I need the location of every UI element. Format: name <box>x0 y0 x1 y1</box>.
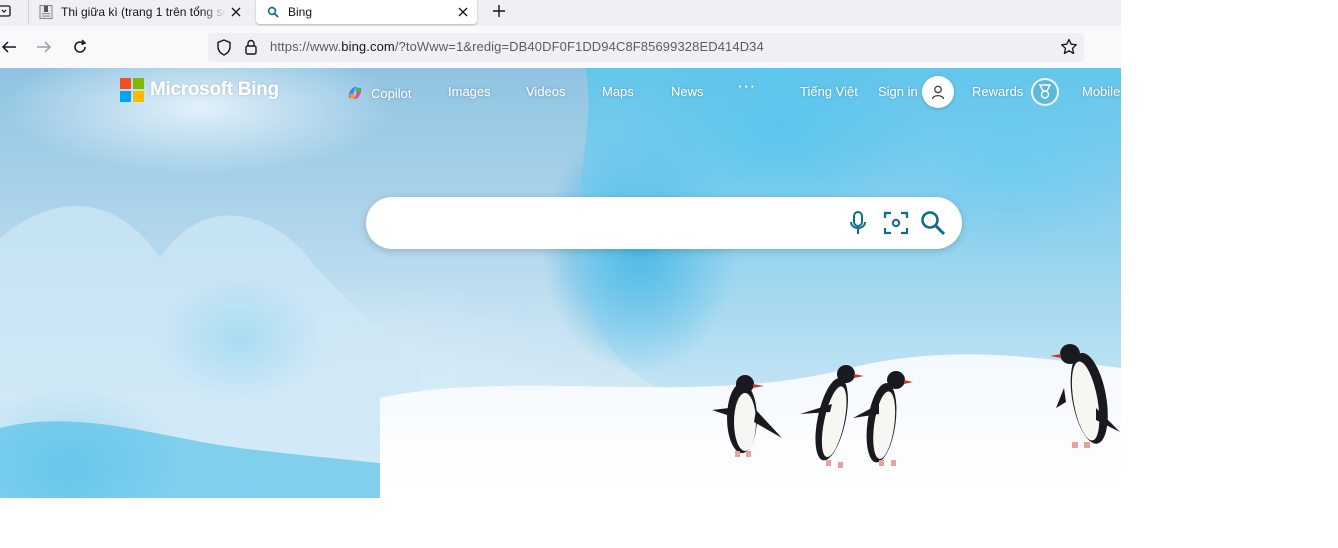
browser-window: Thi giữa kì (trang 1 trên tổng số 1) Bin… <box>0 0 1121 498</box>
nav-more-button[interactable]: ··· <box>738 79 757 94</box>
rewards-link[interactable]: Rewards <box>972 84 1023 99</box>
tab-title: Thi giữa kì (trang 1 trên tổng số 1) <box>61 5 226 19</box>
user-avatar-icon[interactable] <box>922 76 954 108</box>
tracking-shield-icon[interactable] <box>216 39 232 61</box>
nav-news[interactable]: News <box>671 84 704 99</box>
microsoft-bing-logo[interactable]: Microsoft Bing <box>120 78 279 102</box>
tab-list-icon[interactable] <box>0 0 14 22</box>
rewards-medal-icon[interactable] <box>1031 78 1059 106</box>
back-arrow-icon[interactable] <box>0 36 20 58</box>
reload-icon[interactable] <box>69 36 91 58</box>
visual-search-icon[interactable] <box>882 209 910 237</box>
sign-in-link[interactable]: Sign in <box>878 84 918 99</box>
new-tab-icon[interactable] <box>488 0 510 22</box>
address-bar[interactable]: https://www.bing.com/?toWww=1&redig=DB40… <box>208 33 1084 62</box>
url-text[interactable]: https://www.bing.com/?toWww=1&redig=DB40… <box>270 39 764 54</box>
microphone-icon[interactable] <box>844 209 872 237</box>
bing-homepage: Microsoft Bing Copilot Images Videos Map… <box>0 68 1121 498</box>
forward-arrow-icon[interactable] <box>33 36 55 58</box>
lock-icon[interactable] <box>244 39 258 60</box>
tab-strip: Thi giữa kì (trang 1 trên tổng số 1) Bin… <box>0 0 1121 26</box>
tab-bing[interactable]: Bing <box>256 0 477 24</box>
bookmark-star-icon[interactable] <box>1060 38 1078 61</box>
nav-videos[interactable]: Videos <box>526 84 566 99</box>
navigation-toolbar: https://www.bing.com/?toWww=1&redig=DB40… <box>0 26 1121 69</box>
close-icon[interactable] <box>453 2 473 22</box>
bing-search-icon <box>266 5 280 19</box>
nav-images[interactable]: Images <box>448 84 491 99</box>
microsoft-logo-icon <box>120 78 144 102</box>
search-box <box>366 197 962 249</box>
search-icon[interactable] <box>919 209 947 237</box>
search-input[interactable] <box>388 209 832 239</box>
nav-maps[interactable]: Maps <box>602 84 634 99</box>
close-icon[interactable] <box>226 2 246 22</box>
nav-copilot[interactable]: Copilot <box>346 84 411 102</box>
document-icon <box>39 5 53 19</box>
tab-thi-giua-ki[interactable]: Thi giữa kì (trang 1 trên tổng số 1) <box>28 0 250 24</box>
penguins-image <box>712 344 1120 468</box>
language-link[interactable]: Tiếng Việt <box>800 84 858 99</box>
nav-copilot-label: Copilot <box>371 85 412 101</box>
tab-title: Bing <box>288 5 313 19</box>
copilot-icon <box>348 87 362 99</box>
logo-text: Microsoft Bing <box>150 79 279 100</box>
mobile-link[interactable]: Mobile <box>1082 84 1120 99</box>
